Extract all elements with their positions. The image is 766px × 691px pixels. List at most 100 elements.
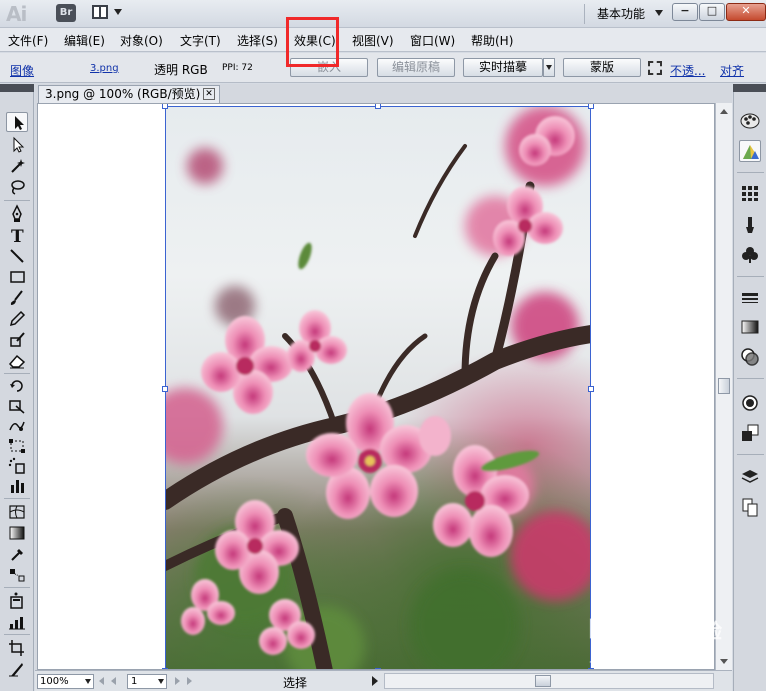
- symbol-sprayer-tool[interactable]: [6, 456, 28, 476]
- document-tab[interactable]: 3.png @ 100% (RGB/预览) ✕: [38, 85, 220, 103]
- selection-tool[interactable]: [6, 112, 28, 132]
- warp-tool[interactable]: [6, 416, 28, 436]
- stroke-panel-button[interactable]: [739, 288, 761, 310]
- hollow-arrow-icon: [13, 136, 25, 153]
- rotate-tool[interactable]: [6, 376, 28, 396]
- menu-object[interactable]: 对象(O): [120, 32, 163, 49]
- gradient-panel-button[interactable]: [739, 316, 761, 338]
- transform-icon[interactable]: [648, 61, 662, 75]
- artboard-number-dropdown[interactable]: 1: [127, 674, 167, 689]
- transparency-panel-button[interactable]: [739, 346, 761, 368]
- eyedropper-icon: [11, 549, 23, 561]
- align-link[interactable]: 对齐: [720, 62, 744, 79]
- next-artboard-icon[interactable]: [175, 677, 180, 685]
- symbols-panel-button[interactable]: [739, 244, 761, 266]
- divider: [4, 498, 30, 499]
- menu-view[interactable]: 视图(V): [352, 32, 394, 49]
- lasso-icon: [11, 180, 25, 195]
- type-tool[interactable]: T: [6, 225, 28, 247]
- paintbrush-tool[interactable]: [6, 288, 28, 308]
- lasso-tool[interactable]: [6, 177, 28, 197]
- close-icon[interactable]: ✕: [203, 88, 215, 100]
- blob-brush-tool[interactable]: [6, 330, 28, 350]
- minimize-button[interactable]: −: [672, 3, 698, 21]
- chevron-down-icon[interactable]: [655, 10, 663, 16]
- menu-window[interactable]: 窗口(W): [410, 32, 455, 49]
- horizontal-scrollbar[interactable]: [384, 673, 714, 689]
- crop-area-tool[interactable]: [6, 638, 28, 658]
- opacity-link[interactable]: 不透...: [670, 62, 705, 79]
- tools-panel: T: [0, 92, 34, 691]
- appearance-panel-button[interactable]: [739, 392, 761, 414]
- live-paint-bucket-tool[interactable]: [6, 591, 28, 611]
- maximize-button[interactable]: □: [699, 3, 725, 21]
- column-graph-tool[interactable]: [6, 476, 28, 496]
- zoom-level-dropdown[interactable]: 100%: [37, 674, 94, 689]
- file-name-link[interactable]: 3.png: [90, 63, 119, 74]
- arrange-documents-button[interactable]: [92, 4, 124, 22]
- pen-tool[interactable]: [6, 204, 28, 224]
- color-panel-button[interactable]: [739, 110, 761, 132]
- toolbar-grip[interactable]: [0, 84, 34, 92]
- live-trace-button[interactable]: 实时描摹: [463, 58, 543, 77]
- artboard-canvas[interactable]: [37, 103, 715, 670]
- menu-edit[interactable]: 编辑(E): [64, 32, 105, 49]
- gradient-icon: [741, 320, 759, 334]
- mesh-tool[interactable]: [6, 502, 28, 522]
- trace-options-dropdown[interactable]: [543, 58, 555, 77]
- illustrator-window: Ai Br 基本功能 − □ ✕ 文件(F) 编辑(E) 对象(O) 文字(T)…: [0, 0, 766, 691]
- close-icon: ✕: [741, 4, 751, 17]
- appearance-icon: [742, 395, 758, 411]
- divider: [737, 378, 764, 379]
- bridge-button[interactable]: Br: [56, 4, 76, 22]
- scroll-up-icon[interactable]: [720, 109, 728, 114]
- scrollbar-thumb[interactable]: [535, 675, 551, 687]
- layers-panel-button[interactable]: [739, 466, 761, 488]
- first-artboard-icon[interactable]: [99, 677, 104, 685]
- dock-grip[interactable]: [733, 84, 766, 92]
- menu-type[interactable]: 文字(T): [180, 32, 221, 49]
- free-transform-tool[interactable]: [6, 436, 28, 456]
- artboards-panel-button[interactable]: [739, 496, 761, 518]
- close-button[interactable]: ✕: [726, 3, 766, 21]
- pencil-tool[interactable]: [6, 309, 28, 329]
- swatches-panel-button[interactable]: [739, 182, 761, 204]
- peach-blossom-photo: [165, 106, 591, 669]
- status-menu-arrow-icon[interactable]: [372, 676, 378, 686]
- color-guide-panel-button[interactable]: [739, 140, 761, 162]
- graphic-styles-panel-button[interactable]: [739, 422, 761, 444]
- menu-file[interactable]: 文件(F): [8, 32, 48, 49]
- menu-select[interactable]: 选择(S): [237, 32, 278, 49]
- ppi-label: PPI: 72: [222, 63, 253, 73]
- eraser-tool[interactable]: [6, 351, 28, 371]
- image-link[interactable]: 图像: [10, 62, 34, 79]
- scale-tool[interactable]: [6, 396, 28, 416]
- menu-help[interactable]: 帮助(H): [471, 32, 513, 49]
- rectangle-icon: [10, 271, 25, 283]
- previous-artboard-icon[interactable]: [111, 677, 116, 685]
- eyedropper-tool[interactable]: [6, 544, 28, 564]
- swatches-icon: [742, 186, 758, 201]
- maximize-icon: □: [706, 4, 718, 17]
- rectangle-tool[interactable]: [6, 267, 28, 287]
- blend-tool[interactable]: [6, 565, 28, 585]
- mesh-icon: [9, 505, 25, 519]
- edit-original-button[interactable]: 编辑原稿: [377, 58, 455, 77]
- placed-image[interactable]: [165, 106, 591, 669]
- direct-selection-tool[interactable]: [6, 135, 28, 155]
- arrow-icon: [15, 116, 24, 130]
- current-tool-status: 选择: [283, 676, 308, 690]
- line-segment-tool[interactable]: [6, 246, 28, 266]
- artboard-tool[interactable]: [6, 612, 28, 632]
- magic-wand-tool[interactable]: [6, 156, 28, 176]
- slice-tool[interactable]: [6, 659, 28, 679]
- gradient-tool[interactable]: [6, 523, 28, 543]
- mask-button[interactable]: 蒙版: [563, 58, 641, 77]
- scrollbar-thumb[interactable]: [718, 378, 730, 394]
- vertical-scrollbar[interactable]: [715, 103, 732, 670]
- workspace-switcher[interactable]: 基本功能: [597, 5, 645, 22]
- artboard-number: 1: [131, 676, 138, 687]
- last-artboard-icon[interactable]: [187, 677, 192, 685]
- divider: [4, 634, 30, 635]
- brushes-panel-button[interactable]: [739, 214, 761, 236]
